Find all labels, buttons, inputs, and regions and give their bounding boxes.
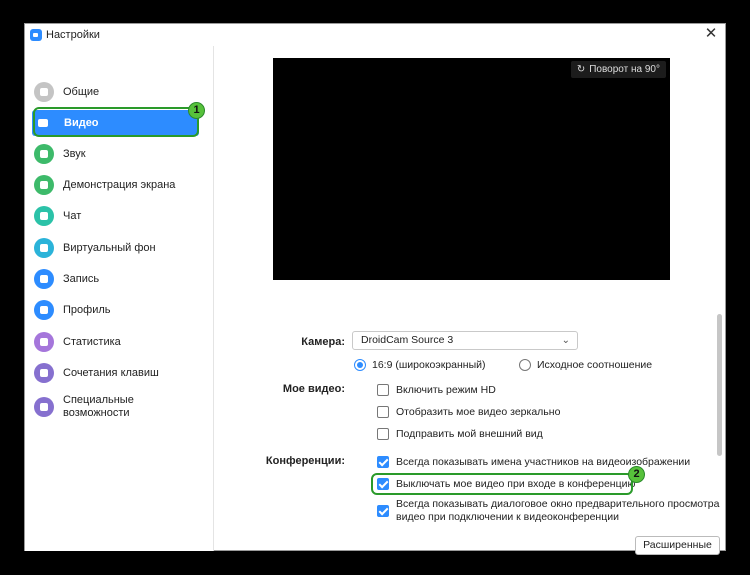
callout-badge-2: 2 bbox=[628, 466, 645, 483]
rotate-button[interactable]: ↻ Поворот на 90° bbox=[570, 61, 666, 78]
sidebar-item-label: Профиль bbox=[63, 303, 111, 316]
sidebar-item-virtual-background[interactable]: Виртуальный фон bbox=[34, 236, 194, 260]
aspect-wide-radio[interactable] bbox=[354, 359, 366, 371]
sidebar-item-general[interactable]: Общие bbox=[34, 80, 194, 104]
chevron-down-icon: ⌄ bbox=[561, 335, 570, 346]
my-video-label: Мое видео: bbox=[282, 383, 345, 395]
zoom-app-icon bbox=[30, 29, 42, 41]
preview-dialog-label-line1: Всегда показывать диалоговое окно предва… bbox=[396, 498, 720, 510]
hd-label: Включить режим HD bbox=[396, 384, 496, 396]
screen-share-icon bbox=[34, 175, 54, 195]
scrollbar-thumb[interactable] bbox=[717, 314, 722, 456]
mirror-label: Отобразить мое видео зеркально bbox=[396, 406, 561, 418]
sidebar-item-profile[interactable]: Профиль bbox=[34, 298, 194, 322]
settings-window: Настройки ✕ Общие Видео Звук Демонстраци… bbox=[24, 23, 726, 555]
advanced-button[interactable]: Расширенные bbox=[635, 536, 720, 555]
video-preview: ↻ Поворот на 90° bbox=[273, 58, 670, 280]
record-icon bbox=[34, 269, 54, 289]
sidebar-item-label: Специальные возможности bbox=[63, 394, 134, 419]
conferences-label: Конференции: bbox=[265, 455, 345, 467]
virtual-background-icon bbox=[34, 238, 54, 258]
sidebar-item-label: Сочетания клавиш bbox=[63, 366, 159, 379]
aspect-original-radio[interactable] bbox=[519, 359, 531, 371]
sidebar-item-accessibility[interactable]: Специальные возможности bbox=[34, 392, 194, 422]
sidebar-item-label: Статистика bbox=[63, 335, 121, 348]
aspect-original-label: Исходное соотношение bbox=[537, 359, 653, 371]
rotate-icon: ↻ bbox=[576, 64, 586, 75]
camera-select[interactable]: DroidCam Source 3 ⌄ bbox=[352, 331, 578, 350]
touchup-label: Подправить мой внешний вид bbox=[396, 428, 543, 440]
preview-dialog-label-line2: видео при подключении к видеоконференции bbox=[396, 511, 619, 523]
rotate-label: Поворот на 90° bbox=[589, 64, 660, 75]
mirror-checkbox[interactable] bbox=[377, 406, 389, 418]
sidebar-item-screen-share[interactable]: Демонстрация экрана bbox=[34, 173, 194, 197]
touchup-checkbox[interactable] bbox=[377, 428, 389, 440]
show-names-label: Всегда показывать имена участников на ви… bbox=[396, 456, 691, 468]
close-icon[interactable]: ✕ bbox=[703, 26, 719, 42]
preview-dialog-checkbox[interactable] bbox=[377, 505, 389, 517]
keyboard-icon bbox=[34, 363, 54, 383]
highlight-frame-video bbox=[33, 107, 199, 137]
show-names-checkbox[interactable] bbox=[377, 456, 389, 468]
camera-label: Камера: bbox=[301, 336, 345, 348]
accessibility-icon bbox=[34, 397, 54, 417]
title-bar: Настройки ✕ bbox=[25, 24, 725, 46]
settings-sidebar: Общие Видео Звук Демонстрация экрана Чат… bbox=[25, 46, 214, 551]
sidebar-item-label: Запись bbox=[63, 272, 100, 285]
sidebar-item-label: Виртуальный фон bbox=[63, 241, 156, 254]
aspect-wide-label: 16:9 (широкоэкранный) bbox=[372, 359, 486, 371]
chat-icon bbox=[34, 206, 54, 226]
headphones-icon bbox=[34, 144, 54, 164]
highlight-frame-turn-off-video bbox=[371, 473, 633, 495]
sidebar-item-keyboard-shortcuts[interactable]: Сочетания клавиш bbox=[34, 361, 194, 385]
hd-checkbox[interactable] bbox=[377, 384, 389, 396]
statistics-icon bbox=[34, 332, 54, 352]
callout-badge-1: 1 bbox=[188, 102, 205, 119]
camera-select-value: DroidCam Source 3 bbox=[361, 334, 454, 346]
sidebar-item-label: Чат bbox=[63, 209, 82, 222]
sidebar-item-label: Общие bbox=[63, 85, 100, 98]
window-title: Настройки bbox=[46, 29, 100, 41]
sidebar-item-audio[interactable]: Звук bbox=[34, 142, 194, 166]
profile-icon bbox=[34, 300, 54, 320]
video-settings-panel: ↻ Поворот на 90° Камера: DroidCam Source … bbox=[215, 46, 726, 555]
sidebar-item-statistics[interactable]: Статистика bbox=[34, 330, 194, 354]
sidebar-item-chat[interactable]: Чат bbox=[34, 204, 194, 228]
gear-icon bbox=[34, 82, 54, 102]
sidebar-item-recording[interactable]: Запись bbox=[34, 267, 194, 291]
sidebar-item-label: Звук bbox=[63, 147, 86, 160]
sidebar-item-label: Демонстрация экрана bbox=[63, 178, 176, 191]
